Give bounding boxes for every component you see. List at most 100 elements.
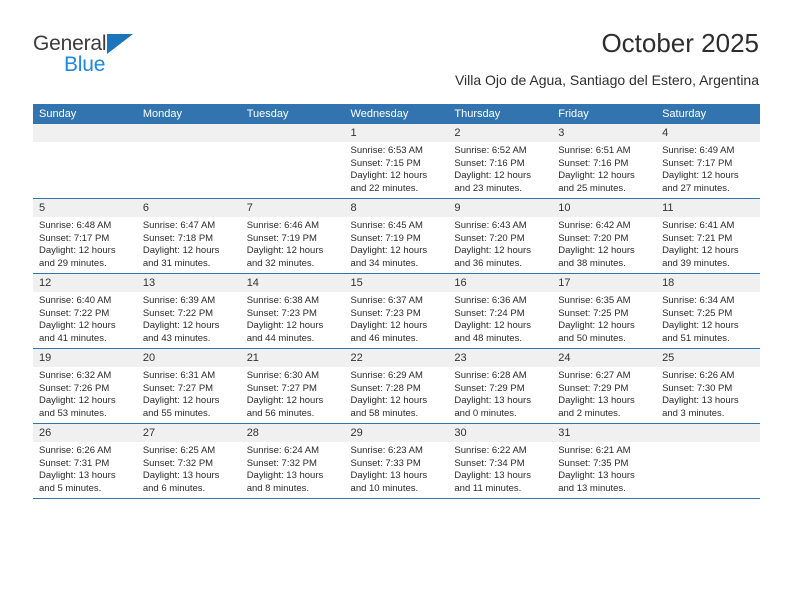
daylight-text: Daylight: 13 hours and 11 minutes. — [454, 470, 531, 494]
day-number: 12 — [33, 274, 137, 292]
calendar-body: 1 Sunrise: 6:53 AM Sunset: 7:15 PM Daylight… — [33, 124, 760, 499]
daylight-text: Daylight: 12 hours and 53 minutes. — [39, 395, 116, 419]
sunrise-text: Sunrise: 6:37 AM — [350, 295, 423, 306]
day-sun-info: Sunrise: 6:21 AM Sunset: 7:35 PM Daylight:… — [552, 442, 656, 495]
calendar-day-cell[interactable]: 16 Sunrise: 6:36 AM Sunset: 7:24 PM Dayligh… — [448, 273, 553, 349]
calendar-page: General Blue October 2025 Villa Ojo de A… — [0, 0, 792, 612]
calendar-day-cell[interactable]: 26 Sunrise: 6:26 AM Sunset: 7:31 PM Dayligh… — [33, 423, 137, 499]
sunset-text: Sunset: 7:29 PM — [558, 382, 629, 394]
calendar-day-cell[interactable]: 3 Sunrise: 6:51 AM Sunset: 7:16 PM Daylight… — [552, 124, 657, 199]
day-number: 21 — [240, 349, 345, 367]
day-sun-info: Sunrise: 6:26 AM Sunset: 7:31 PM Daylight:… — [33, 442, 137, 495]
logo-triangle-icon — [107, 34, 133, 54]
calendar-day-cell[interactable]: 4 Sunrise: 6:49 AM Sunset: 7:17 PM Daylight… — [656, 124, 760, 199]
day-sun-info: Sunrise: 6:34 AM Sunset: 7:25 PM Daylight:… — [656, 292, 760, 345]
day-number — [240, 124, 345, 142]
sunset-text: Sunset: 7:35 PM — [558, 457, 629, 469]
calendar-day-cell[interactable]: 20 Sunrise: 6:31 AM Sunset: 7:27 PM Dayligh… — [136, 348, 241, 424]
day-number — [656, 424, 760, 442]
day-number: 9 — [448, 199, 553, 217]
weekday-header-wednesday: Wednesday — [344, 104, 449, 124]
sunset-text: Sunset: 7:22 PM — [39, 307, 110, 319]
daylight-text: Daylight: 12 hours and 44 minutes. — [246, 320, 324, 344]
calendar-day-cell[interactable]: 25 Sunrise: 6:26 AM Sunset: 7:30 PM Dayligh… — [656, 348, 760, 424]
sunrise-text: Sunrise: 6:24 AM — [246, 445, 320, 456]
sunset-text: Sunset: 7:21 PM — [662, 232, 733, 244]
weekday-header: Sunday Monday Tuesday Wednesday Thursday Frid… — [33, 104, 760, 124]
sunrise-text: Sunrise: 6:26 AM — [662, 370, 735, 381]
weekday-header-thursday: Thursday — [448, 104, 553, 124]
daylight-text: Daylight: 12 hours and 39 minutes. — [662, 245, 739, 269]
sunset-text: Sunset: 7:28 PM — [350, 382, 421, 394]
calendar-day-cell[interactable]: 19 Sunrise: 6:32 AM Sunset: 7:26 PM Dayligh… — [33, 348, 137, 424]
calendar-day-cell[interactable]: 6 Sunrise: 6:47 AM Sunset: 7:18 PM Daylight… — [136, 198, 241, 274]
day-number: 28 — [240, 424, 345, 442]
day-number: 14 — [240, 274, 345, 292]
day-number: 4 — [656, 124, 760, 142]
sunrise-text: Sunrise: 6:30 AM — [246, 370, 320, 381]
day-sun-info: Sunrise: 6:45 AM Sunset: 7:19 PM Daylight:… — [345, 217, 449, 270]
calendar-day-cell[interactable]: 29 Sunrise: 6:23 AM Sunset: 7:33 PM Dayligh… — [344, 423, 449, 499]
calendar-day-cell[interactable]: 2 Sunrise: 6:52 AM Sunset: 7:16 PM Daylight… — [448, 124, 553, 199]
daylight-text: Daylight: 13 hours and 0 minutes. — [454, 395, 531, 419]
calendar-day-cell[interactable]: 7 Sunrise: 6:46 AM Sunset: 7:19 PM Daylight… — [240, 198, 345, 274]
weekday-header-tuesday: Tuesday — [240, 104, 345, 124]
day-sun-info: Sunrise: 6:47 AM Sunset: 7:18 PM Daylight:… — [137, 217, 241, 270]
calendar-day-cell[interactable]: 28 Sunrise: 6:24 AM Sunset: 7:32 PM Dayligh… — [240, 423, 345, 499]
calendar-day-cell[interactable]: 22 Sunrise: 6:29 AM Sunset: 7:28 PM Dayligh… — [344, 348, 449, 424]
sunset-text: Sunset: 7:32 PM — [246, 457, 317, 469]
page-subtitle: Villa Ojo de Agua, Santiago del Estero, … — [454, 72, 759, 88]
calendar-week-row: 5 Sunrise: 6:48 AM Sunset: 7:17 PM Daylight… — [33, 198, 760, 274]
sunrise-text: Sunrise: 6:32 AM — [39, 370, 112, 381]
calendar-day-cell[interactable]: 31 Sunrise: 6:21 AM Sunset: 7:35 PM Dayligh… — [552, 423, 657, 499]
day-number — [136, 124, 241, 142]
sunset-text: Sunset: 7:16 PM — [454, 157, 525, 169]
daylight-text: Daylight: 12 hours and 48 minutes. — [454, 320, 531, 344]
calendar-day-cell-empty — [136, 124, 241, 199]
day-sun-info: Sunrise: 6:24 AM Sunset: 7:32 PM Daylight:… — [241, 442, 345, 495]
calendar-day-cell[interactable]: 12 Sunrise: 6:40 AM Sunset: 7:22 PM Dayligh… — [33, 273, 137, 349]
daylight-text: Daylight: 13 hours and 8 minutes. — [246, 470, 324, 494]
calendar-day-cell[interactable]: 11 Sunrise: 6:41 AM Sunset: 7:21 PM Dayligh… — [656, 198, 760, 274]
calendar-day-cell[interactable]: 5 Sunrise: 6:48 AM Sunset: 7:17 PM Daylight… — [33, 198, 137, 274]
daylight-text: Daylight: 13 hours and 5 minutes. — [39, 470, 116, 494]
sunset-text: Sunset: 7:17 PM — [39, 232, 110, 244]
daylight-text: Daylight: 13 hours and 13 minutes. — [558, 470, 635, 494]
day-sun-info: Sunrise: 6:53 AM Sunset: 7:15 PM Daylight:… — [345, 142, 449, 195]
calendar-day-cell[interactable]: 8 Sunrise: 6:45 AM Sunset: 7:19 PM Daylight… — [344, 198, 449, 274]
daylight-text: Daylight: 13 hours and 3 minutes. — [662, 395, 739, 419]
sunset-text: Sunset: 7:15 PM — [350, 157, 421, 169]
calendar-day-cell[interactable]: 21 Sunrise: 6:30 AM Sunset: 7:27 PM Dayligh… — [240, 348, 345, 424]
calendar-week-row: 1 Sunrise: 6:53 AM Sunset: 7:15 PM Daylight… — [33, 124, 760, 199]
sunrise-text: Sunrise: 6:38 AM — [246, 295, 320, 306]
day-number: 16 — [448, 274, 553, 292]
sunrise-text: Sunrise: 6:43 AM — [454, 220, 527, 231]
daylight-text: Daylight: 12 hours and 38 minutes. — [558, 245, 635, 269]
sunrise-text: Sunrise: 6:34 AM — [662, 295, 735, 306]
sunrise-text: Sunrise: 6:25 AM — [142, 445, 216, 456]
sunrise-text: Sunrise: 6:22 AM — [454, 445, 527, 456]
calendar-day-cell[interactable]: 18 Sunrise: 6:34 AM Sunset: 7:25 PM Dayligh… — [656, 273, 760, 349]
day-sun-info: Sunrise: 6:39 AM Sunset: 7:22 PM Daylight:… — [137, 292, 241, 345]
calendar-day-cell[interactable]: 1 Sunrise: 6:53 AM Sunset: 7:15 PM Daylight… — [344, 124, 449, 199]
daylight-text: Daylight: 12 hours and 36 minutes. — [454, 245, 531, 269]
calendar-day-cell[interactable]: 9 Sunrise: 6:43 AM Sunset: 7:20 PM Daylight… — [448, 198, 553, 274]
calendar-day-cell[interactable]: 27 Sunrise: 6:25 AM Sunset: 7:32 PM Dayligh… — [136, 423, 241, 499]
calendar-day-cell[interactable]: 10 Sunrise: 6:42 AM Sunset: 7:20 PM Dayligh… — [552, 198, 657, 274]
sunset-text: Sunset: 7:27 PM — [142, 382, 214, 394]
daylight-text: Daylight: 12 hours and 46 minutes. — [350, 320, 428, 344]
calendar-day-cell[interactable]: 13 Sunrise: 6:39 AM Sunset: 7:22 PM Dayligh… — [136, 273, 241, 349]
calendar-day-cell[interactable]: 23 Sunrise: 6:28 AM Sunset: 7:29 PM Dayligh… — [448, 348, 553, 424]
sunset-text: Sunset: 7:19 PM — [350, 232, 421, 244]
calendar-day-cell[interactable]: 24 Sunrise: 6:27 AM Sunset: 7:29 PM Dayligh… — [552, 348, 657, 424]
sunrise-text: Sunrise: 6:52 AM — [454, 145, 527, 156]
calendar-week-row: 12 Sunrise: 6:40 AM Sunset: 7:22 PM Dayligh… — [33, 273, 760, 349]
calendar-day-cell[interactable]: 14 Sunrise: 6:38 AM Sunset: 7:23 PM Dayligh… — [240, 273, 345, 349]
day-sun-info: Sunrise: 6:27 AM Sunset: 7:29 PM Daylight:… — [552, 367, 656, 420]
calendar-day-cell[interactable]: 17 Sunrise: 6:35 AM Sunset: 7:25 PM Dayligh… — [552, 273, 657, 349]
calendar-day-cell[interactable]: 30 Sunrise: 6:22 AM Sunset: 7:34 PM Dayligh… — [448, 423, 553, 499]
logo-text-blue: Blue — [64, 53, 106, 76]
calendar-day-cell-empty — [656, 423, 760, 499]
calendar-day-cell[interactable]: 15 Sunrise: 6:37 AM Sunset: 7:23 PM Dayligh… — [344, 273, 449, 349]
daylight-text: Daylight: 12 hours and 41 minutes. — [39, 320, 116, 344]
